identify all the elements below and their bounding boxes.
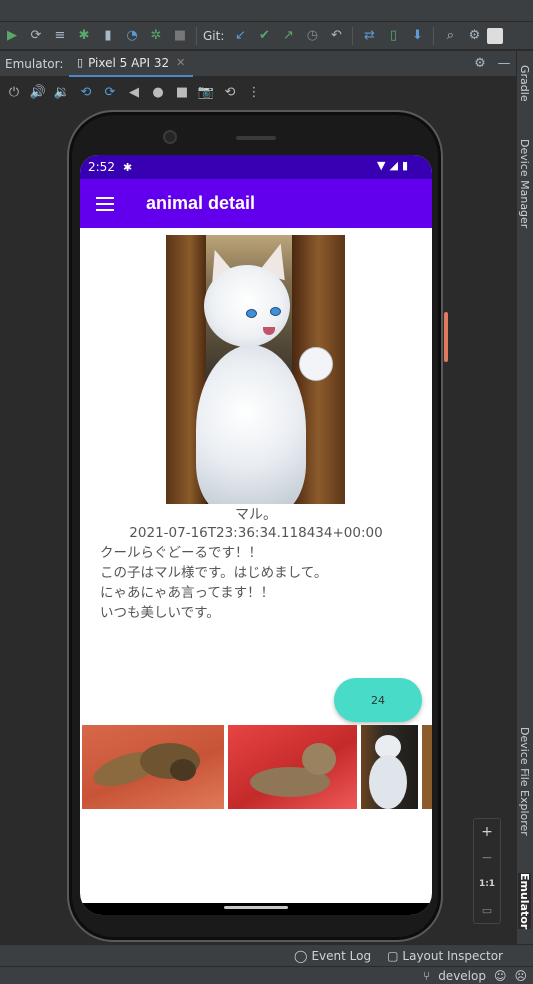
profile-icon[interactable]: ◔ [121,25,143,47]
menu-icon[interactable] [96,196,114,211]
branch-icon: ⑂ [422,968,431,983]
description-line: いつも美しいです。 [100,605,220,621]
carousel-image[interactable] [82,725,224,809]
ide-status-bar: ⑂ develop ☺ ☹ [0,966,533,984]
sync-icon[interactable]: ⇄ [358,25,380,47]
post-timestamp: 2021-07-16T23:36:34.118434+00:00 [129,525,383,541]
nav-bar [80,903,432,915]
minimize-icon[interactable]: — [493,53,515,75]
volume-down-icon[interactable]: 🔉 [50,80,74,104]
front-camera [163,130,177,144]
screenshot-icon[interactable]: 📷 [194,80,218,104]
app-bar: animal detail [80,179,432,228]
snapshot-icon[interactable]: ⟲ [218,80,242,104]
git-history-icon[interactable]: ◷ [301,25,323,47]
zoom-panel: + − 1:1 ▭ [473,818,501,924]
volume-up-icon[interactable]: 🔊 [26,80,50,104]
tab-emulator[interactable]: Emulator [518,873,531,930]
close-icon[interactable]: ✕ [176,56,185,69]
toolbar-divider [352,26,354,45]
app-bar-title: animal detail [146,193,256,213]
battery-icon: ▮ [401,159,408,172]
speech-bubble-icon: ◯ [294,948,308,963]
earpiece [236,136,276,140]
rerun-icon[interactable]: ⟳ [25,25,47,47]
back-icon[interactable]: ◀ [122,80,146,104]
description-line: クールらぐどーるです！！ [100,545,262,561]
overview-icon[interactable]: ■ [170,80,194,104]
gesture-handle[interactable] [224,906,288,909]
fit-screen-icon[interactable]: ▭ [474,897,500,923]
event-log-tool[interactable]: ◯ Event Log [294,949,371,963]
apply-changes-icon[interactable]: ✲ [145,25,167,47]
git-commit-icon[interactable]: ✔ [253,25,275,47]
git-rollback-icon[interactable]: ↶ [325,25,347,47]
bottom-tool-bar: ◯ Event Log ▢ Layout Inspector [0,944,533,966]
emulator-tabbar: Emulator: ▯ Pixel 5 API 32 ✕ ⚙ — [0,51,516,77]
sdk-icon[interactable]: ⬇ [406,25,428,47]
carousel-image[interactable] [422,725,432,809]
attach-icon[interactable]: ▮ [97,25,119,47]
sad-face-icon[interactable]: ☹ [514,969,527,983]
emulator-label: Emulator: [5,56,64,71]
emulator-controls: ⏻ 🔊 🔉 ⟲ ⟳ ◀ ● ■ 📷 ⟲ ⋮ [0,78,516,106]
right-tool-strip: Gradle Device Manager Device File Explor… [516,51,533,944]
git-update-icon[interactable]: ↙ [229,25,251,47]
carousel-image[interactable] [228,725,357,809]
power-icon[interactable]: ⏻ [2,80,26,104]
main-toolbar: ▶ ⟳ ≡ ✱ ▮ ◔ ✲ ■ Git: ↙ ✔ ↗ ◷ ↶ ⇄ ▯ ⬇ ⌕ ⚙ [0,22,533,50]
device-icon: ▯ [77,56,84,69]
status-time: 2:52 [88,160,115,174]
avd-icon[interactable]: ▯ [382,25,404,47]
ide-window: ▶ ⟳ ≡ ✱ ▮ ◔ ✲ ■ Git: ↙ ✔ ↗ ◷ ↶ ⇄ ▯ ⬇ ⌕ ⚙… [0,0,533,984]
phone-power-button[interactable] [444,312,448,362]
pet-name: マル。 [235,507,277,523]
actual-size-button[interactable]: 1:1 [474,871,500,897]
git-branch[interactable]: develop [438,969,486,983]
tab-pixel5[interactable]: ▯ Pixel 5 API 32 ✕ [69,51,194,77]
logcat-icon[interactable]: ≡ [49,25,71,47]
layout-inspector-label: Layout Inspector [402,948,503,963]
tab-device-manager[interactable]: Device Manager [518,139,531,228]
tab-label: Pixel 5 API 32 [88,55,170,70]
git-push-icon[interactable]: ↗ [277,25,299,47]
menu-strip [0,0,533,22]
debug-icon[interactable]: ✱ [73,25,95,47]
stop-icon[interactable]: ■ [169,25,191,47]
like-count-button[interactable]: 24 [334,678,422,722]
carousel-image[interactable] [361,725,418,809]
tab-gradle[interactable]: Gradle [518,65,531,102]
git-label: Git: [203,28,225,43]
tab-device-file-explorer[interactable]: Device File Explorer [518,727,531,836]
toolbar-divider [196,26,197,45]
event-log-label: Event Log [311,948,372,963]
avatar-icon[interactable] [487,27,504,44]
photo-carousel[interactable] [82,725,432,809]
settings-icon[interactable]: ⚙ [463,25,485,47]
more-icon[interactable]: ⋮ [242,80,266,104]
search-icon[interactable]: ⌕ [439,25,461,47]
pet-description: クールらぐどーるです！！ この子はマル様です。はじめまして。 にゃあにゃあ言って… [100,543,420,623]
device-screen[interactable]: 2:52 ✱ ▼ ◢ ▮ animal detail マル。 2021-07-1… [80,155,432,915]
notification-icon: ✱ [122,160,133,174]
zoom-out-button[interactable]: − [474,845,500,871]
wifi-icon: ▼ [377,159,386,172]
run-icon[interactable]: ▶ [1,25,23,47]
layout-inspector-tool[interactable]: ▢ Layout Inspector [387,949,503,963]
description-line: この子はマル様です。はじめまして。 [100,565,328,581]
zoom-in-button[interactable]: + [474,819,500,845]
signal-icon: ◢ [389,159,398,172]
description-line: にゃあにゃあ言ってます！！ [100,585,275,601]
layout-inspector-icon: ▢ [387,948,399,963]
home-icon[interactable]: ● [146,80,170,104]
happy-face-icon[interactable]: ☺ [494,969,507,983]
toolbar-divider [433,26,435,45]
android-status-bar: 2:52 ✱ ▼ ◢ ▮ [80,155,432,179]
rotate-right-icon[interactable]: ⟳ [98,80,122,104]
rotate-left-icon[interactable]: ⟲ [74,80,98,104]
settings-icon[interactable]: ⚙ [469,53,491,75]
pet-photo [166,235,345,504]
